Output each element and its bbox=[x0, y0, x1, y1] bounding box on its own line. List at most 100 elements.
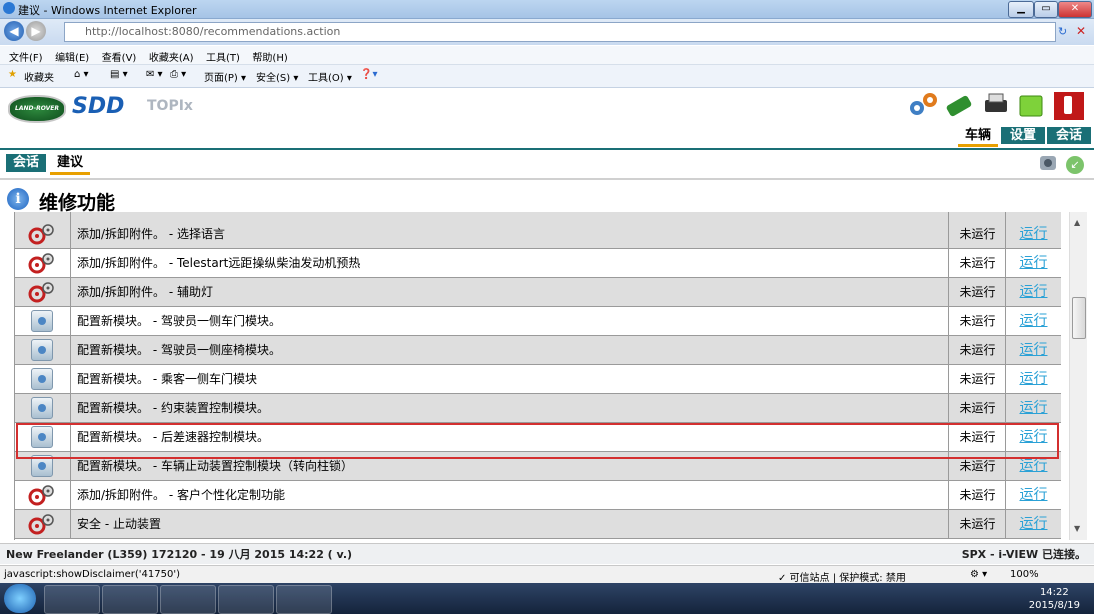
tab-settings[interactable]: 设置 bbox=[1001, 127, 1045, 144]
info-icon: i bbox=[7, 188, 29, 210]
help-icon[interactable]: ❓▾ bbox=[360, 69, 377, 80]
feeds-icon[interactable]: ▤ ▾ bbox=[110, 69, 128, 80]
table-row: 添加/拆卸附件。 - 选择语言 未运行 运行 bbox=[15, 220, 1061, 249]
table-row: 添加/拆卸附件。 - Telestart远距操纵柴油发动机预热 未运行 运行 bbox=[15, 249, 1061, 278]
security-zone: ✓ 可信站点 | 保护模式: 禁用 bbox=[778, 573, 906, 584]
next-arrow-icon[interactable]: ↙ bbox=[1066, 156, 1084, 174]
row-run-link[interactable] bbox=[1006, 212, 1061, 220]
row-icon-cell bbox=[15, 365, 71, 393]
run-link[interactable]: 运行 bbox=[1006, 510, 1061, 538]
minimize-button[interactable]: ▁ bbox=[1008, 1, 1034, 18]
address-input[interactable]: http://localhost:8080/recommendations.ac… bbox=[64, 22, 1056, 42]
tab-session[interactable]: 会话 bbox=[1047, 127, 1091, 144]
scroll-thumb[interactable] bbox=[1072, 297, 1086, 339]
system-clock[interactable]: 14:22 2015/8/19 bbox=[1029, 586, 1080, 612]
menu-favorites[interactable]: 收藏夹(A) bbox=[149, 49, 194, 64]
print-icon[interactable]: ⎙ ▾ bbox=[170, 69, 186, 80]
favorites-star-icon: ★ bbox=[8, 69, 17, 80]
run-link[interactable]: 运行 bbox=[1006, 220, 1061, 248]
stop-icon[interactable]: ✕ bbox=[1076, 24, 1086, 38]
tab-vehicle[interactable]: 车辆 bbox=[958, 127, 998, 147]
forward-button[interactable]: ▶ bbox=[26, 21, 46, 41]
page-title: 维修功能 bbox=[39, 192, 116, 214]
row-description: 配置新模块。 - 驾驶员一侧座椅模块。 bbox=[71, 336, 949, 364]
gear-icon bbox=[28, 485, 54, 506]
refresh-icon[interactable]: ↻ bbox=[1058, 25, 1067, 38]
menu-tools[interactable]: 工具(T) bbox=[206, 49, 240, 64]
subtab-recommendations[interactable]: 建议 bbox=[50, 154, 90, 175]
favorites-button[interactable]: 收藏夹 bbox=[24, 69, 54, 84]
row-icon-cell bbox=[15, 249, 71, 277]
taskbar-media-icon[interactable] bbox=[160, 585, 216, 614]
protected-mode-icon[interactable]: ⚙ ▾ bbox=[970, 569, 987, 580]
row-icon-cell bbox=[15, 220, 71, 248]
menu-file[interactable]: 文件(F) bbox=[9, 49, 43, 64]
taskbar-ie-icon[interactable] bbox=[44, 585, 100, 614]
row-icon-cell bbox=[15, 307, 71, 335]
run-link[interactable]: 运行 bbox=[1006, 365, 1061, 393]
row-icon-cell bbox=[15, 481, 71, 509]
home-icon[interactable]: ⌂ ▾ bbox=[74, 69, 89, 80]
run-link[interactable]: 运行 bbox=[1006, 394, 1061, 422]
row-icon-cell bbox=[15, 510, 71, 538]
tools-menu[interactable]: 工具(O) ▾ bbox=[308, 69, 352, 84]
table-row: 添加/拆卸附件。 - 客户个性化定制功能 未运行 运行 bbox=[15, 481, 1061, 510]
window-titlebar: 建议 - Windows Internet Explorer ▁ ▭ ✕ bbox=[0, 0, 1094, 19]
address-toolbar: ◀ ▶ http://localhost:8080/recommendation… bbox=[0, 19, 1094, 45]
camera-icon[interactable] bbox=[1038, 152, 1060, 176]
sdd-logo: SDD bbox=[72, 94, 125, 119]
status-link-text: javascript:showDisclaimer('41750') bbox=[4, 569, 181, 580]
start-button[interactable] bbox=[4, 584, 36, 613]
row-icon-cell bbox=[15, 212, 71, 220]
table-scrollbar[interactable]: ▲ ▼ bbox=[1069, 212, 1087, 540]
settings-gears-icon[interactable] bbox=[906, 90, 940, 120]
mail-icon[interactable]: ✉ ▾ bbox=[146, 69, 163, 80]
back-button[interactable]: ◀ bbox=[4, 21, 24, 41]
windows-taskbar bbox=[0, 583, 1094, 614]
safety-menu[interactable]: 安全(S) ▾ bbox=[256, 69, 298, 84]
row-status: 未运行 bbox=[950, 510, 1006, 538]
module-icon bbox=[31, 397, 53, 419]
gear-icon bbox=[28, 224, 54, 245]
data-logger-icon[interactable] bbox=[1052, 90, 1086, 120]
row-description bbox=[71, 212, 949, 220]
row-status: 未运行 bbox=[950, 365, 1006, 393]
browser-statusbar: javascript:showDisclaimer('41750') ✓ 可信站… bbox=[0, 565, 1094, 584]
row-status: 未运行 bbox=[950, 394, 1006, 422]
menu-help[interactable]: 帮助(H) bbox=[252, 49, 287, 64]
url-text: http://localhost:8080/recommendations.ac… bbox=[85, 25, 341, 38]
row-status: 未运行 bbox=[950, 278, 1006, 306]
table-row: 配置新模块。 - 约束装置控制模块。 未运行 运行 bbox=[15, 394, 1061, 423]
module-icon bbox=[31, 339, 53, 361]
table-row: 添加/拆卸附件。 - 辅助灯 未运行 运行 bbox=[15, 278, 1061, 307]
table-row: 配置新模块。 - 驾驶员一侧座椅模块。 未运行 运行 bbox=[15, 336, 1061, 365]
accent-divider bbox=[0, 148, 1094, 150]
scroll-up-arrow-icon[interactable]: ▲ bbox=[1074, 218, 1080, 227]
taskbar-video-icon[interactable] bbox=[276, 585, 332, 614]
menu-edit[interactable]: 编辑(E) bbox=[55, 49, 89, 64]
run-link[interactable]: 运行 bbox=[1006, 481, 1061, 509]
battery-icon[interactable] bbox=[1016, 90, 1046, 120]
zoom-level[interactable]: 100% bbox=[1010, 569, 1039, 580]
row-description: 配置新模块。 - 约束装置控制模块。 bbox=[71, 394, 949, 422]
maximize-button[interactable]: ▭ bbox=[1034, 1, 1058, 18]
taskbar-explorer-icon[interactable] bbox=[102, 585, 158, 614]
run-link[interactable]: 运行 bbox=[1006, 249, 1061, 277]
favorites-bar: ★ 收藏夹 ⌂ ▾ ▤ ▾ ✉ ▾ ⎙ ▾ 页面(P) ▾ 安全(S) ▾ 工具… bbox=[0, 65, 1094, 88]
run-link[interactable]: 运行 bbox=[1006, 336, 1061, 364]
module-icon bbox=[31, 310, 53, 332]
vehicle-tools-icon[interactable] bbox=[944, 90, 974, 120]
menu-view[interactable]: 查看(V) bbox=[102, 49, 137, 64]
connection-status: SPX - i-VIEW 已连接。 bbox=[961, 548, 1086, 561]
taskbar-sdd-icon[interactable] bbox=[218, 585, 274, 614]
page-menu[interactable]: 页面(P) ▾ bbox=[204, 69, 246, 84]
scroll-down-arrow-icon[interactable]: ▼ bbox=[1074, 524, 1080, 533]
module-icon bbox=[31, 368, 53, 390]
printer-icon[interactable] bbox=[982, 90, 1010, 120]
subtab-session[interactable]: 会话 bbox=[6, 154, 46, 172]
run-link[interactable]: 运行 bbox=[1006, 278, 1061, 306]
run-link[interactable]: 运行 bbox=[1006, 307, 1061, 335]
gear-icon bbox=[28, 282, 54, 303]
close-window-button[interactable]: ✕ bbox=[1058, 1, 1092, 18]
row-description: 添加/拆卸附件。 - 客户个性化定制功能 bbox=[71, 481, 949, 509]
